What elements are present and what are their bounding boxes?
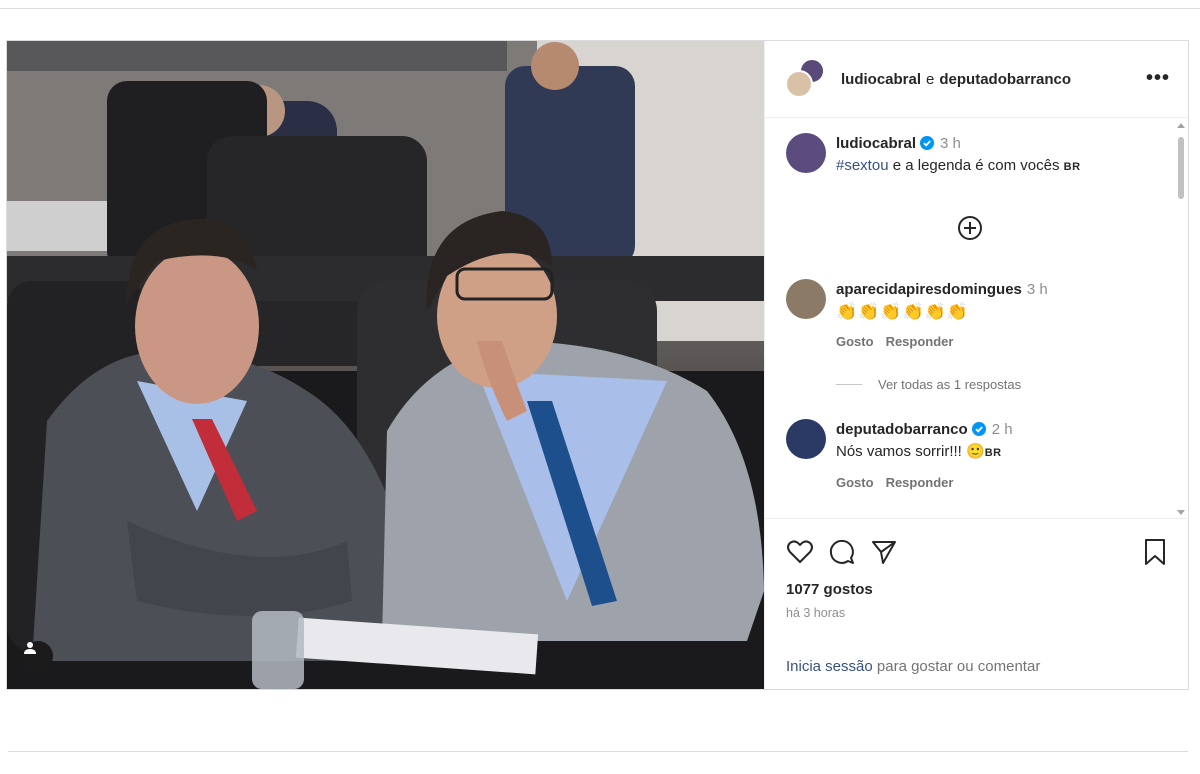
- post-card: ludiocabral e deputadobarranco ••• ludio…: [6, 40, 1189, 690]
- reply-button[interactable]: Responder: [886, 331, 954, 353]
- more-options-button[interactable]: •••: [1146, 67, 1170, 90]
- top-divider: [0, 8, 1200, 9]
- flag-br: BR: [984, 447, 1002, 459]
- post-photo[interactable]: [7, 41, 764, 689]
- user-tag-icon: [24, 642, 36, 654]
- comment-item: deputadobarranco 2 h Nós vamos sorrir!!! …: [786, 419, 1013, 494]
- avatar: [785, 70, 813, 98]
- like-comment-button[interactable]: Gosto: [836, 472, 874, 494]
- header-joiner: e: [926, 70, 935, 88]
- comment-time: 2 h: [991, 421, 1013, 438]
- heart-icon[interactable]: [785, 537, 815, 567]
- plus-circle-icon[interactable]: [957, 215, 983, 241]
- scroll-up-arrow[interactable]: [1177, 123, 1185, 128]
- post-actions: 1077 gostos há 3 horas Inicia sessão par…: [765, 518, 1189, 689]
- bookmark-icon[interactable]: [1141, 537, 1169, 567]
- login-prompt: Inicia sessão para gostar ou comentar: [786, 658, 1040, 675]
- caption-text: e a legenda é com vocês: [888, 157, 1064, 174]
- divider: [836, 384, 862, 385]
- login-link[interactable]: Inicia sessão: [786, 658, 873, 675]
- flag-br: BR: [1063, 161, 1081, 173]
- scroll-down-arrow[interactable]: [1177, 510, 1185, 515]
- user-tag-button[interactable]: [23, 641, 53, 671]
- header-username-1[interactable]: ludiocabral: [841, 71, 921, 88]
- likes-count[interactable]: 1077 gostos: [786, 581, 873, 598]
- comment-text: Nós vamos sorrir!!!: [836, 443, 967, 460]
- caption-username[interactable]: ludiocabral: [836, 135, 916, 152]
- view-replies-button[interactable]: Ver todas as 1 respostas: [836, 377, 1021, 392]
- comments-scrollbar[interactable]: [1176, 123, 1185, 515]
- comment-item: aparecidapiresdomingues 3 h 👏👏👏👏👏👏 Gosto …: [786, 279, 1048, 353]
- comment-emoji: 🙂: [966, 443, 985, 460]
- avatar[interactable]: [786, 133, 826, 173]
- like-comment-button[interactable]: Gosto: [836, 331, 874, 353]
- verified-badge-icon: [971, 422, 986, 436]
- scroll-thumb[interactable]: [1178, 137, 1184, 199]
- avatar[interactable]: [786, 419, 826, 459]
- comment-username[interactable]: deputadobarranco: [836, 421, 968, 438]
- share-icon[interactable]: [869, 537, 899, 567]
- caption-row: ludiocabral 3 h #sextou e a legenda é com…: [786, 133, 1081, 178]
- hashtag-link[interactable]: #sextou: [836, 157, 889, 174]
- bottom-divider: [8, 751, 1188, 752]
- collab-usernames: ludiocabral e deputadobarranco: [841, 71, 1071, 88]
- more-horizontal-icon: •••: [1145, 67, 1170, 89]
- verified-badge-icon: [920, 136, 935, 150]
- comment-username[interactable]: aparecidapiresdomingues: [836, 281, 1022, 298]
- view-replies-label: Ver todas as 1 respostas: [878, 377, 1022, 392]
- post-timestamp: há 3 horas: [786, 606, 846, 620]
- avatar[interactable]: [786, 279, 826, 319]
- reply-button[interactable]: Responder: [886, 472, 954, 494]
- caption-time: 3 h: [940, 135, 961, 152]
- post-header: ludiocabral e deputadobarranco •••: [765, 41, 1188, 118]
- comment-time: 3 h: [1026, 281, 1048, 298]
- login-prompt-text: para gostar ou comentar: [872, 658, 1041, 675]
- comment-text: 👏👏👏👏👏👏: [836, 302, 970, 321]
- header-username-2[interactable]: deputadobarranco: [939, 71, 1071, 88]
- comment-icon[interactable]: [827, 537, 857, 567]
- collab-avatars[interactable]: [785, 58, 827, 100]
- comments-list[interactable]: ludiocabral 3 h #sextou e a legenda é com…: [765, 119, 1189, 519]
- photo-illustration: [7, 41, 764, 689]
- post-side-panel: ludiocabral e deputadobarranco ••• ludio…: [764, 41, 1189, 689]
